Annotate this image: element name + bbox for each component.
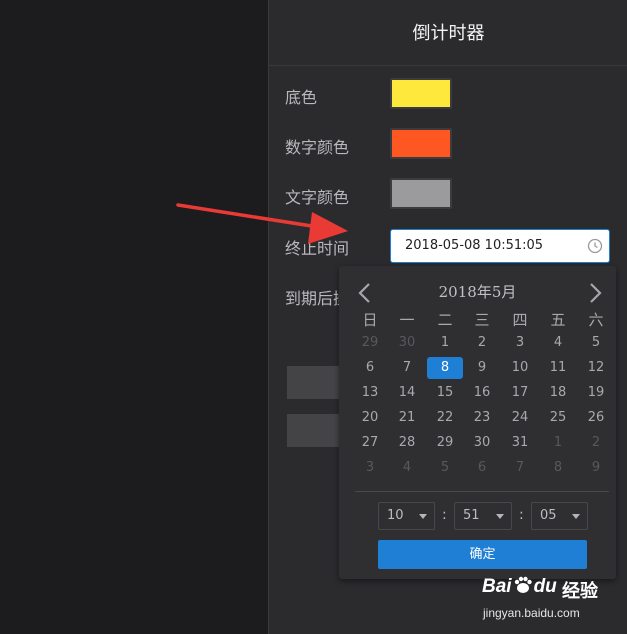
paw-icon xyxy=(514,576,532,593)
watermark-cn: 经验 xyxy=(562,581,598,601)
watermark-url: jingyan.baidu.com xyxy=(483,606,580,620)
baidu-watermark: Bai du 经验 jingyan.baidu.com xyxy=(478,566,624,626)
watermark-brand: Bai du xyxy=(482,576,557,597)
arrow-annotation-icon xyxy=(176,203,348,244)
